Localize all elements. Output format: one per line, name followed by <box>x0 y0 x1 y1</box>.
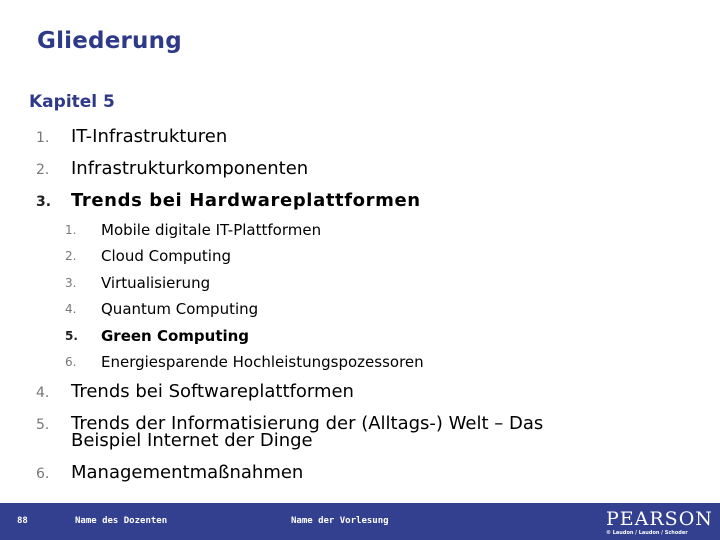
subitem-number: 3. <box>65 276 77 290</box>
page-number: 88 <box>17 516 28 526</box>
subitem-number: 6. <box>65 355 77 369</box>
chapter-heading: Kapitel 5 <box>29 92 115 112</box>
item-label: Managementmaßnahmen <box>71 462 304 483</box>
item-label: Trends bei Softwareplattformen <box>71 381 354 402</box>
subitem-number: 2. <box>65 249 77 263</box>
copyright-text: © Laudon / Laudon / Schoder <box>606 530 688 536</box>
item-number: 5. <box>36 417 50 433</box>
subitem-label: Energiesparende Hochleistungspozessoren <box>101 353 424 371</box>
item-label: Infrastrukturkomponenten <box>71 158 309 179</box>
item-number: 4. <box>36 385 50 401</box>
item-label: IT-Infrastrukturen <box>71 126 228 147</box>
item-label-line2: Beispiel Internet der Dinge <box>71 430 313 451</box>
subitem-label: Green Computing <box>101 327 250 345</box>
item-number: 2. <box>36 162 50 178</box>
subitem-label: Mobile digitale IT-Plattformen <box>101 221 322 239</box>
footer-bar: 88 Name des Dozenten Name der Vorlesung … <box>0 503 720 540</box>
pearson-logo: PEARSON <box>606 508 713 530</box>
slide-title: Gliederung <box>37 28 182 54</box>
subitem-label: Quantum Computing <box>101 300 259 318</box>
item-number: 3. <box>36 194 52 210</box>
item-number: 6. <box>36 466 50 482</box>
subitem-number: 1. <box>65 223 77 237</box>
item-number: 1. <box>36 130 50 146</box>
lecturer-name: Name des Dozenten <box>75 516 168 526</box>
subitem-number: 5. <box>65 329 78 343</box>
subitem-label: Cloud Computing <box>101 247 231 265</box>
course-name: Name der Vorlesung <box>291 516 389 526</box>
subitem-label: Virtualisierung <box>101 274 211 292</box>
subitem-number: 4. <box>65 302 77 316</box>
item-label: Trends bei Hardwareplattformen <box>71 190 421 211</box>
